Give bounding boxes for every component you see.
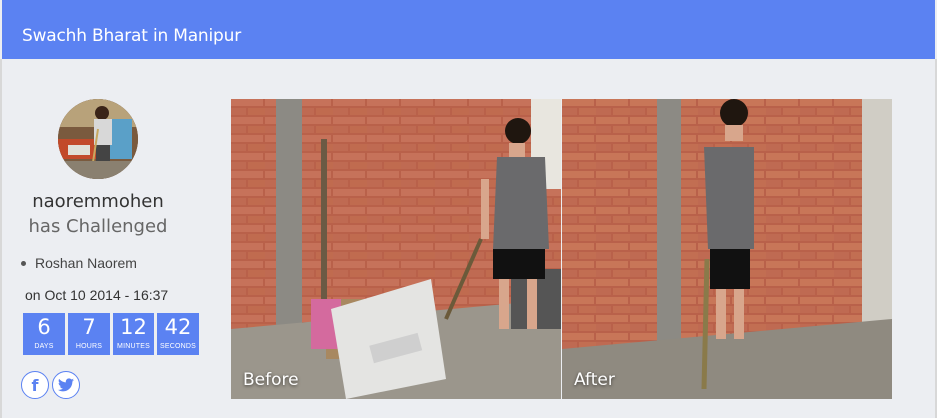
facebook-icon: f xyxy=(31,375,39,395)
social-share: f xyxy=(21,371,80,399)
challenge-date: on Oct 10 2014 - 16:37 xyxy=(25,287,169,303)
before-caption: Before xyxy=(243,370,299,390)
countdown-hours-value: 7 xyxy=(82,315,96,339)
before-photo[interactable]: Before xyxy=(231,99,561,399)
countdown-days-value: 6 xyxy=(37,315,51,339)
countdown-hours: 7 HOURS xyxy=(68,313,110,355)
countdown-days-label: DAYS xyxy=(34,343,54,350)
after-caption: After xyxy=(574,370,615,390)
profile-action-text: has Challenged xyxy=(28,216,168,237)
avatar[interactable] xyxy=(58,99,138,179)
challenged-user-item[interactable]: Roshan Naorem xyxy=(21,255,137,271)
card-edge-left xyxy=(0,59,2,418)
twitter-share-button[interactable] xyxy=(52,371,80,399)
countdown-days: 6 DAYS xyxy=(23,313,65,355)
countdown-seconds-label: SECONDS xyxy=(159,343,197,350)
page-header: Swachh Bharat in Manipur xyxy=(2,0,935,59)
countdown-timer: 6 DAYS 7 HOURS 12 MINUTES 42 SECONDS xyxy=(23,313,199,355)
countdown-hours-label: HOURS xyxy=(75,343,103,350)
bullet-icon xyxy=(21,260,26,266)
countdown-seconds-value: 42 xyxy=(164,315,192,339)
countdown-minutes-value: 12 xyxy=(120,315,147,339)
twitter-icon xyxy=(58,378,74,392)
countdown-minutes-label: MINUTES xyxy=(117,343,150,350)
after-photo[interactable]: After xyxy=(562,99,892,399)
countdown-minutes: 12 MINUTES xyxy=(113,313,154,355)
facebook-share-button[interactable]: f xyxy=(21,371,49,399)
countdown-seconds: 42 SECONDS xyxy=(157,313,199,355)
profile-username[interactable]: naoremmohen xyxy=(0,191,196,212)
challenged-user-name: Roshan Naorem xyxy=(35,255,137,271)
page-title: Swachh Bharat in Manipur xyxy=(22,26,241,46)
